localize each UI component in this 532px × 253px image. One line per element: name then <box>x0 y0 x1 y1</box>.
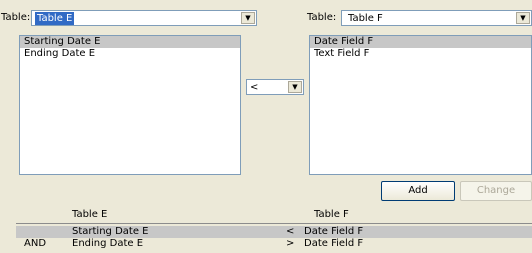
row-right-field: Date Field F <box>304 226 364 237</box>
header-right-table: Table F <box>314 209 349 220</box>
list-item[interactable]: Starting Date E <box>20 36 240 48</box>
left-field-list[interactable]: Starting Date E Ending Date E <box>19 35 241 175</box>
header-left-table: Table E <box>72 209 108 220</box>
left-table-select[interactable]: Table E ▼ <box>31 10 257 26</box>
list-item[interactable]: Ending Date E <box>20 48 240 60</box>
row-conjunction: AND <box>24 238 47 249</box>
operator-select[interactable]: < ▼ <box>246 79 304 95</box>
row-operator: > <box>286 238 295 249</box>
table-row[interactable]: Starting Date E < Date Field F <box>16 226 532 238</box>
change-button: Change <box>460 181 532 201</box>
chevron-down-icon[interactable]: ▼ <box>516 12 530 24</box>
row-left-field: Ending Date E <box>72 238 144 249</box>
left-table-value: Table E <box>35 12 75 25</box>
chevron-down-icon[interactable]: ▼ <box>288 81 302 93</box>
row-left-field: Starting Date E <box>72 226 149 237</box>
right-table-select[interactable]: Table F ▼ <box>341 10 532 26</box>
list-item[interactable]: Text Field F <box>310 48 531 60</box>
left-table-label: Table: <box>1 12 31 23</box>
right-table-value: Table F <box>348 13 383 24</box>
conditions-header: Table E Table F <box>16 208 532 222</box>
header-divider <box>16 223 532 224</box>
right-field-list[interactable]: Date Field F Text Field F <box>309 35 532 175</box>
chevron-down-icon[interactable]: ▼ <box>241 12 255 24</box>
add-button[interactable]: Add <box>381 181 455 201</box>
right-table-label: Table: <box>307 12 337 23</box>
operator-value: < <box>250 82 259 93</box>
list-item[interactable]: Date Field F <box>310 36 531 48</box>
row-right-field: Date Field F <box>304 238 364 249</box>
row-operator: < <box>286 226 295 237</box>
table-row[interactable]: AND Ending Date E > Date Field F <box>16 238 532 250</box>
